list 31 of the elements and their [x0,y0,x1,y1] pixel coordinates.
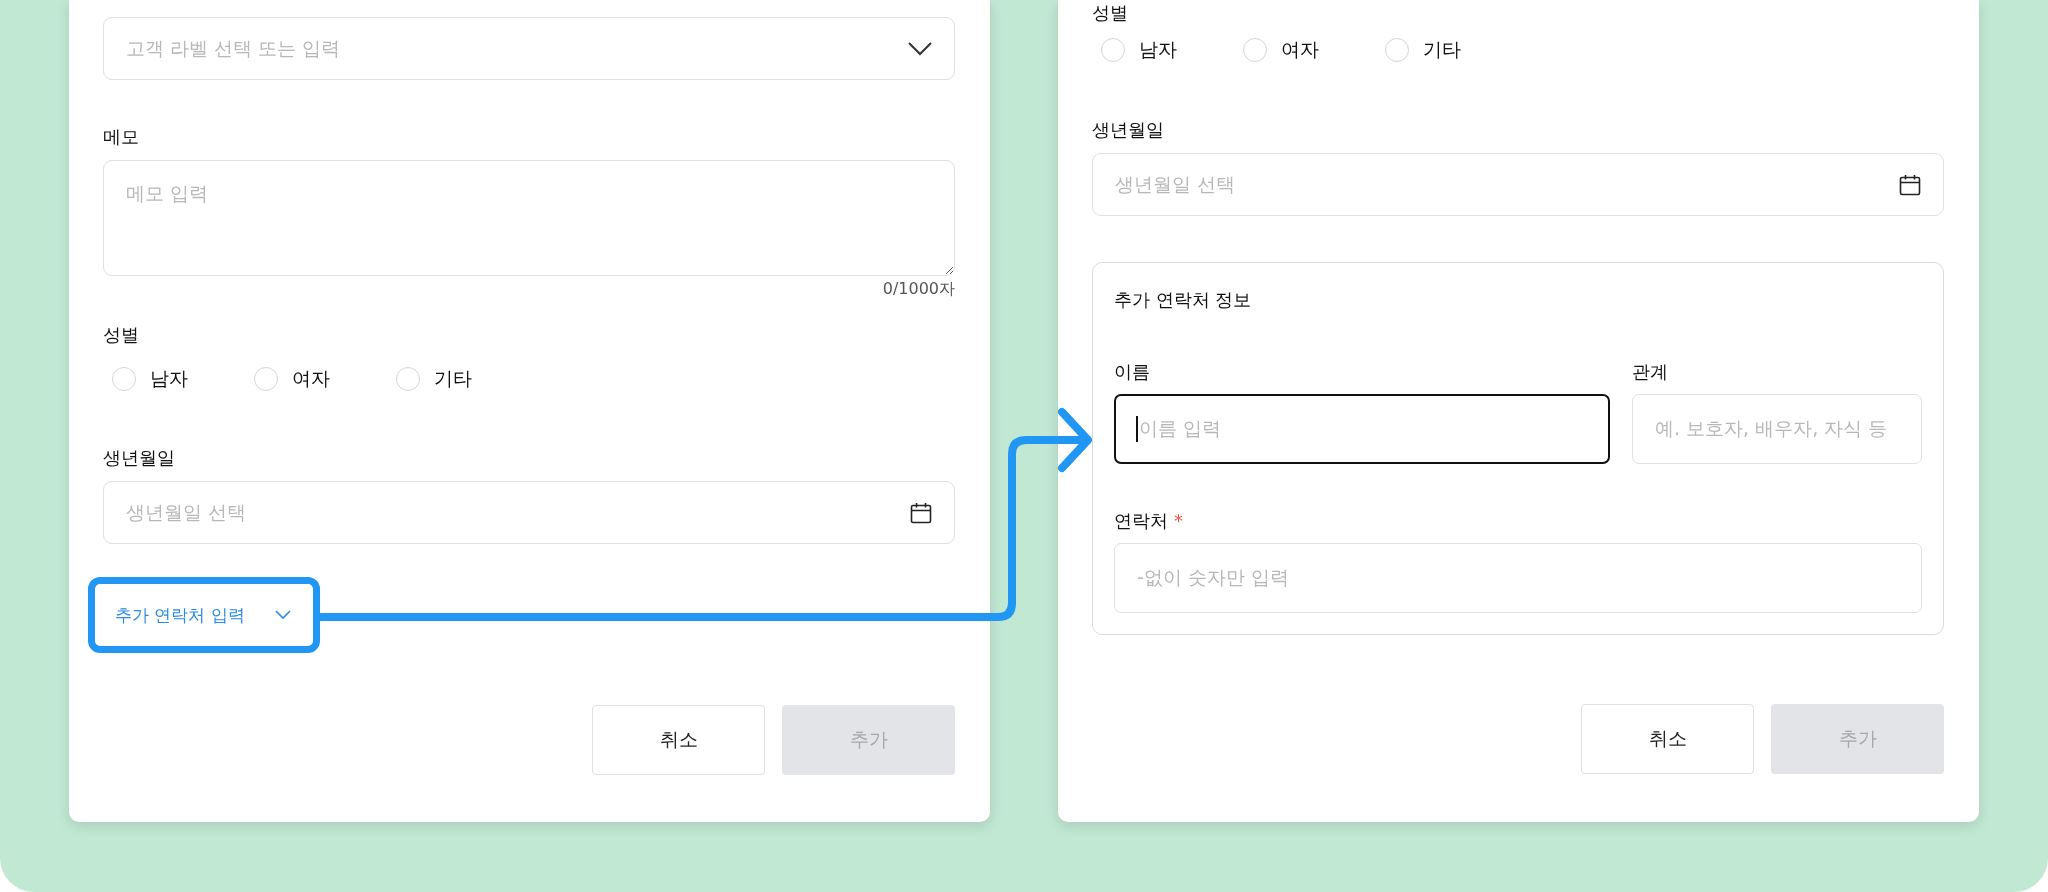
radio-label: 남자 [1139,37,1177,62]
field-label: 생년월일 [1092,118,1165,142]
field-label: 이름 [1114,360,1150,384]
field-label: 관계 [1632,360,1668,384]
label-select[interactable]: 고객 라벨 선택 또는 입력 [103,17,955,80]
chevron-down-icon [908,41,932,56]
date-field[interactable]: 생년월일 선택 [103,481,955,544]
add-contact-toggle[interactable]: 추가 연락처 입력 [88,577,320,653]
radio-label: 남자 [150,366,188,391]
field-label: 생년월일 [103,446,176,470]
input-field[interactable]: 이름 입력 [1114,394,1610,464]
field-label: 성별 [1092,1,1129,25]
input-field[interactable]: -없이 숫자만 입력 [1114,543,1922,613]
char-counter: 0/1000자 [882,279,955,298]
calendar-icon [1899,173,1921,196]
calendar-icon [910,501,932,524]
radio-label: 여자 [292,366,330,391]
required-mark: * [1174,509,1183,533]
input-field[interactable]: 예. 보호자, 배우자, 자식 등 [1632,394,1922,464]
field-label: 연락처 [1114,509,1168,533]
field-label: 성별 [103,323,140,347]
radio-label: 기타 [434,366,472,391]
radio-label: 기타 [1423,37,1461,62]
memo-field[interactable]: 메모 입력 [103,160,955,276]
field-label: 메모 [103,125,140,149]
section-title: 추가 연락처 정보 [1114,288,1253,312]
date-field[interactable]: 생년월일 선택 [1092,153,1944,216]
cancel-button[interactable]: 취소 [592,705,765,775]
chevron-down-icon [275,610,291,620]
radio-label: 여자 [1281,37,1319,62]
cancel-button[interactable]: 취소 [1581,704,1754,774]
